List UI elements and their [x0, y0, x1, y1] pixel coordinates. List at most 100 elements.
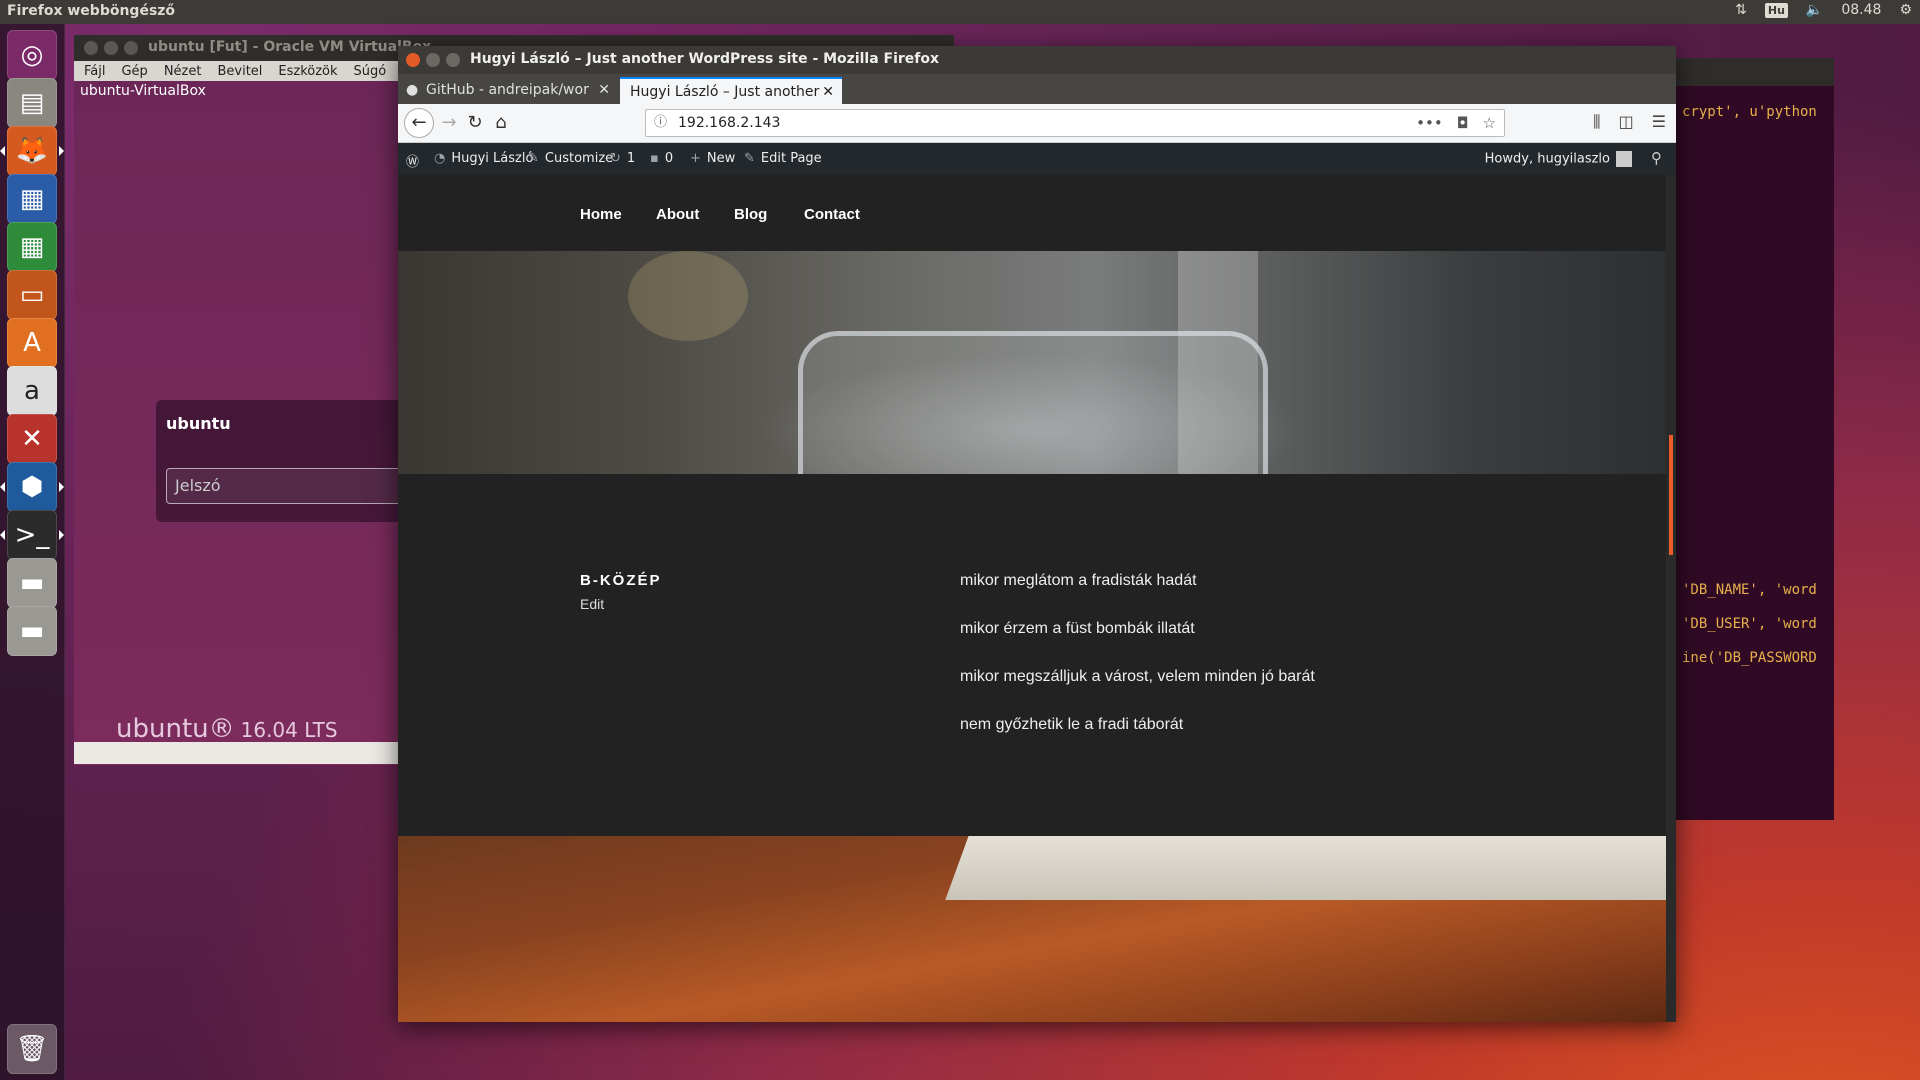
terminal-line: crypt', u'python [1682, 104, 1817, 120]
amazon-icon[interactable]: a [7, 366, 57, 416]
login-username[interactable]: ubuntu [166, 414, 231, 433]
nav-about[interactable]: About [656, 206, 699, 223]
library-icon[interactable]: ⫼ [1593, 112, 1600, 132]
top-panel: Firefox webböngésző ⇅ Hu 🔈 08.48 ⚙ [0, 0, 1920, 24]
admin-new-link[interactable]: + New [690, 151, 735, 166]
network-icon[interactable]: ⇅ [1735, 2, 1747, 18]
hero-glass [798, 331, 1268, 474]
edit-link[interactable]: Edit [580, 596, 604, 612]
terminal-icon[interactable]: >_ [0, 510, 64, 560]
terminal-titlebar[interactable] [1672, 58, 1834, 86]
vbox-title: ubuntu [Fut] - Oracle VM VirtualBox [148, 39, 432, 55]
menu-input[interactable]: Bevitel [217, 64, 262, 79]
admin-updates-link[interactable]: ↻ 1 [610, 151, 635, 166]
url-text[interactable]: 192.168.2.143 [678, 110, 780, 136]
hero-blur [628, 251, 748, 341]
volume-muted-icon[interactable]: 🔈 [1806, 2, 1823, 18]
tab-strip: ● GitHub - andreipak/wor ✕ Hugyi László … [398, 74, 1676, 128]
verse-line: nem győzhetik le a fradi táborát [960, 716, 1184, 733]
terminal-line: ine('DB_PASSWORD [1682, 650, 1817, 666]
page-actions-icon[interactable]: ••• [1416, 110, 1443, 136]
window-title: Hugyi László – Just another WordPress si… [470, 51, 940, 67]
footer-image [398, 836, 1666, 1022]
menu-icon[interactable]: ☰ [1652, 112, 1666, 132]
plus-icon: + [690, 151, 701, 166]
footer-bread [945, 836, 1666, 900]
terminal-window[interactable]: crypt', u'python 'DB_NAME', 'word 'DB_US… [1670, 58, 1834, 820]
nav-home[interactable]: Home [580, 206, 622, 223]
ubuntu-dash-icon[interactable]: ◎ [7, 30, 57, 80]
pocket-icon[interactable]: ◘ [1457, 110, 1469, 136]
nav-toolbar: ← → ↻ ⌂ ⓘ 192.168.2.143 ••• ◘ ☆ ⫼ ◫ ☰ [398, 104, 1676, 143]
github-icon: ● [406, 82, 419, 98]
verse-line: mikor érzem a füst bombák illatát [960, 620, 1195, 637]
search-icon[interactable]: ⚲ [1651, 149, 1662, 167]
gear-icon[interactable]: ⚙ [1899, 2, 1912, 18]
firefox-icon[interactable]: 🦊 [0, 126, 64, 176]
page-scrollbar[interactable] [1666, 175, 1676, 1022]
software-center-icon[interactable]: A [7, 318, 57, 368]
close-tab-icon[interactable]: ✕ [598, 77, 610, 104]
firefox-titlebar[interactable]: Hugyi László – Just another WordPress si… [398, 46, 1676, 74]
toolbar-right: ⫼ ◫ ☰ [1593, 112, 1666, 132]
drive-icon[interactable]: ▬ [7, 558, 57, 608]
home-icon[interactable]: ⌂ [488, 110, 514, 136]
calc-icon[interactable]: ▦ [7, 222, 57, 272]
comment-icon: ▪ [650, 151, 659, 166]
tab-github[interactable]: ● GitHub - andreipak/wor ✕ [398, 77, 618, 104]
close-icon[interactable] [406, 53, 420, 67]
back-icon[interactable]: ← [404, 108, 434, 138]
howdy-text: Howdy, hugyilaszlo [1484, 151, 1610, 167]
wp-admin-bar: Ⓦ ◔ Hugyi László ✎ Customize ↻ 1 ▪ 0 + New ✎ E… [398, 143, 1676, 175]
close-tab-icon[interactable]: ✕ [822, 79, 834, 104]
verse-line: mikor megszálljuk a várost, velem minden… [960, 668, 1315, 685]
drive-icon-2[interactable]: ▬ [7, 606, 57, 656]
minimize-icon[interactable] [426, 53, 440, 67]
maximize-icon[interactable] [124, 41, 138, 55]
close-icon[interactable] [84, 41, 98, 55]
nav-blog[interactable]: Blog [734, 206, 767, 223]
admin-comments-link[interactable]: ▪ 0 [650, 151, 673, 166]
virtualbox-icon[interactable]: ⬢ [0, 462, 64, 512]
scrollbar-thumb[interactable] [1669, 435, 1673, 555]
active-app-title: Firefox webböngésző [7, 3, 176, 19]
admin-site-link[interactable]: ◔ Hugyi László [434, 151, 533, 166]
menu-file[interactable]: Fájl [84, 64, 105, 79]
menu-machine[interactable]: Gép [121, 64, 147, 79]
url-bar[interactable]: ⓘ 192.168.2.143 ••• ◘ ☆ [645, 109, 1505, 137]
url-actions: ••• ◘ ☆ [1416, 110, 1496, 136]
admin-edit-page-link[interactable]: ✎ Edit Page [744, 151, 822, 166]
maximize-icon[interactable] [446, 53, 460, 67]
info-icon[interactable]: ⓘ [654, 110, 667, 136]
firefox-window[interactable]: Hugyi László – Just another WordPress si… [398, 46, 1676, 1022]
menu-help[interactable]: Súgó [354, 64, 387, 79]
minimize-icon[interactable] [104, 41, 118, 55]
writer-icon[interactable]: ▦ [7, 174, 57, 224]
nav-contact[interactable]: Contact [804, 206, 860, 223]
hero-image [398, 251, 1666, 474]
tab-wordpress[interactable]: Hugyi László – Just another ✕ [620, 77, 842, 104]
pencil-icon: ✎ [744, 151, 755, 166]
reload-icon[interactable]: ↻ [462, 110, 488, 136]
updates-count: 1 [626, 151, 636, 166]
system-settings-icon[interactable]: ✕ [7, 414, 57, 464]
trash-icon[interactable]: 🗑 [7, 1024, 57, 1074]
avatar [1616, 151, 1632, 167]
updates-icon: ↻ [610, 151, 621, 166]
menu-view[interactable]: Nézet [164, 64, 202, 79]
admin-account-link[interactable]: Howdy, hugyilaszlo [1485, 151, 1632, 167]
wordpress-logo-icon[interactable]: Ⓦ [406, 151, 419, 170]
ubuntu-brand: ubuntu® 16.04 LTS [116, 714, 338, 744]
keyboard-layout-indicator[interactable]: Hu [1764, 2, 1788, 18]
forward-icon[interactable]: → [436, 110, 462, 136]
indicators: ⇅ Hu 🔈 08.48 ⚙ [1735, 2, 1912, 18]
impress-icon[interactable]: ▭ [7, 270, 57, 320]
bookmark-star-icon[interactable]: ☆ [1483, 110, 1496, 136]
sidebar-icon[interactable]: ◫ [1619, 112, 1634, 132]
clock[interactable]: 08.48 [1841, 2, 1881, 18]
menu-devices[interactable]: Eszközök [278, 64, 337, 79]
admin-customize-link[interactable]: ✎ Customize [528, 151, 613, 166]
password-field[interactable]: Jelszó [166, 468, 426, 504]
files-icon[interactable]: ▤ [7, 78, 57, 128]
dashboard-icon: ◔ [434, 151, 446, 166]
